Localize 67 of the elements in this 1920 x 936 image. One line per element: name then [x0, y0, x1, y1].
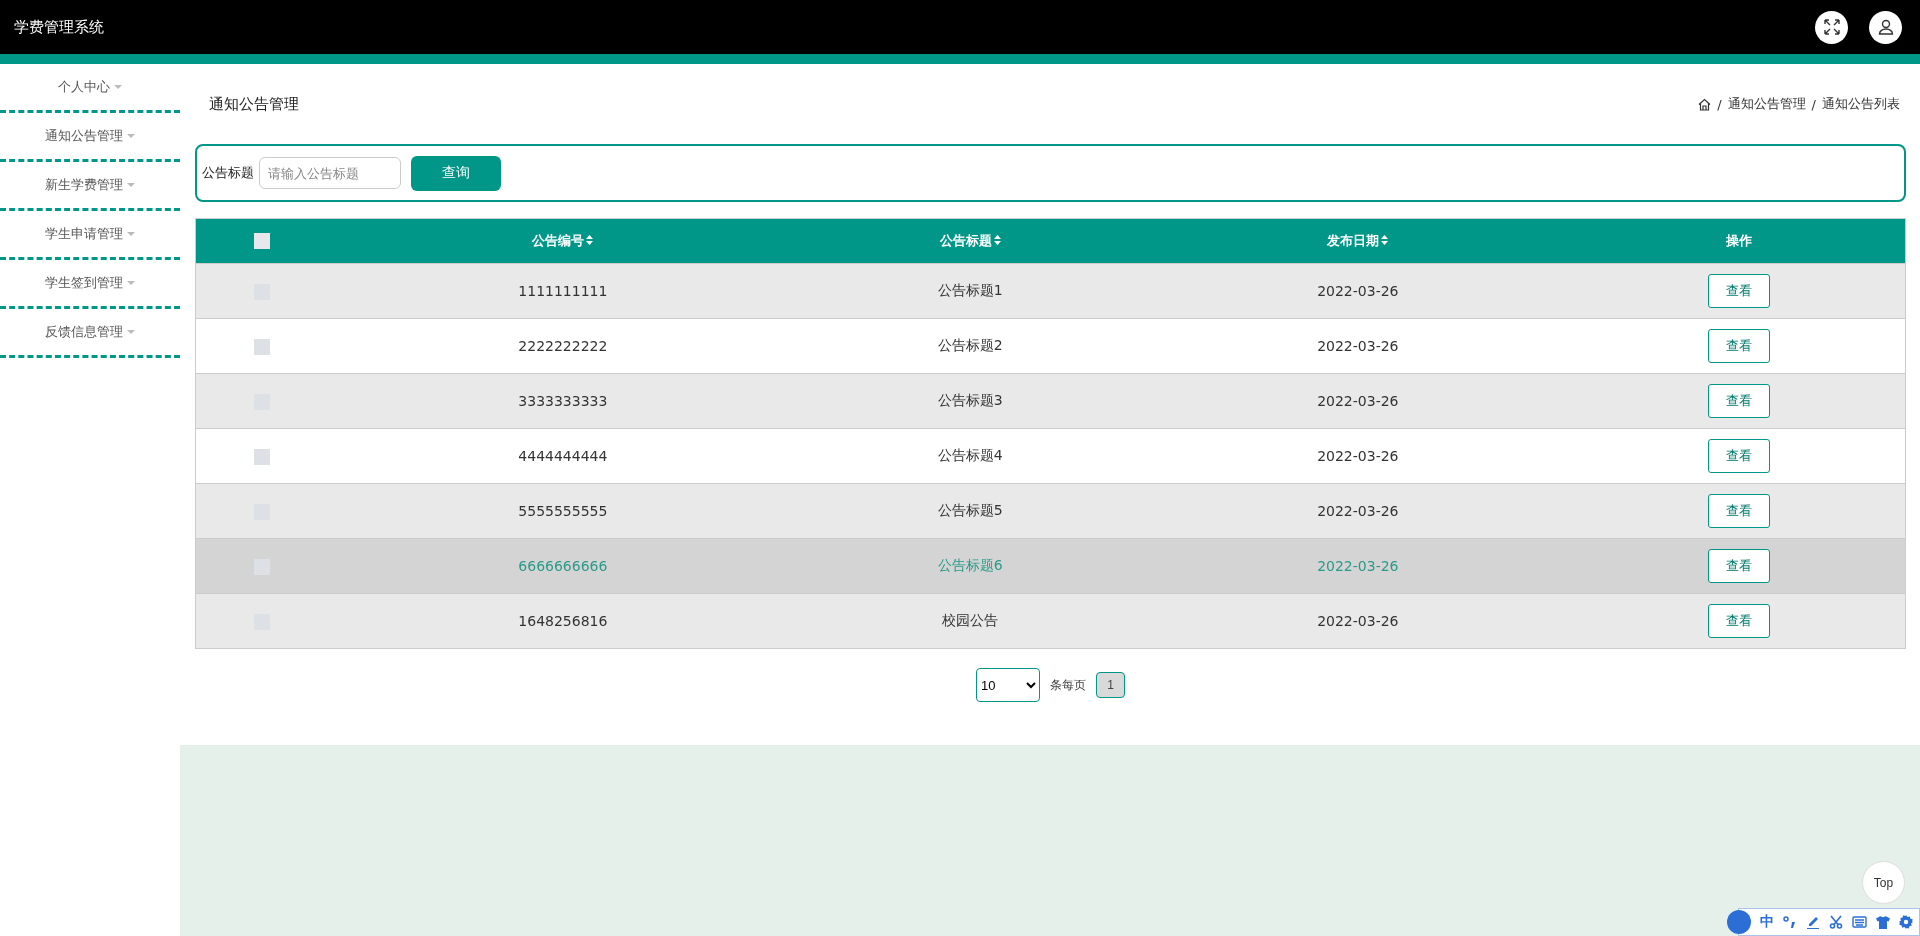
view-button[interactable]: 查看 [1707, 384, 1770, 418]
sort-icon[interactable] [586, 235, 594, 245]
table-cell: 公告标题6 [937, 557, 1003, 573]
table-cell: 2222222222 [518, 338, 608, 354]
user-icon[interactable] [1869, 10, 1902, 44]
sidebar-item[interactable]: 个人中心 [0, 64, 180, 113]
table-cell: 公告标题2 [937, 337, 1003, 353]
view-button[interactable]: 查看 [1707, 494, 1770, 528]
column-header: 操作 [1725, 233, 1752, 248]
table-cell: 6666666666 [518, 558, 608, 574]
table-cell: 公告标题1 [937, 282, 1003, 298]
sort-icon[interactable] [1381, 235, 1389, 245]
per-page-label: 条每页 [1050, 676, 1086, 694]
table-cell: 公告标题4 [937, 447, 1003, 463]
view-button[interactable]: 查看 [1707, 329, 1770, 363]
sidebar-item[interactable]: 学生签到管理 [0, 260, 180, 309]
view-button[interactable]: 查看 [1707, 549, 1770, 583]
breadcrumb-link[interactable]: 通知公告列表 [1822, 95, 1900, 113]
ime-logo-icon[interactable] [1727, 910, 1751, 934]
sidebar-item[interactable]: 新生学费管理 [0, 162, 180, 211]
table-cell: 校园公告 [942, 612, 999, 628]
sidebar-item[interactable]: 反馈信息管理 [0, 309, 180, 358]
pen-icon[interactable] [1806, 915, 1820, 929]
column-header[interactable]: 公告编号 [532, 233, 585, 248]
breadcrumb-separator: / [1717, 96, 1722, 112]
search-field[interactable]: 请输入公告标题 [259, 157, 401, 189]
table-cell: 公告标题5 [937, 502, 1003, 518]
page-button[interactable]: 1 [1096, 672, 1125, 698]
shirt-icon[interactable] [1876, 915, 1890, 929]
search-label: 公告标题 [202, 164, 254, 182]
punctuation-icon[interactable] [1783, 915, 1797, 929]
search-button[interactable]: 查询 [411, 155, 501, 191]
home-icon[interactable] [1698, 97, 1712, 111]
table-cell: 2022-03-26 [1317, 503, 1399, 519]
table-cell: 2022-03-26 [1317, 613, 1399, 629]
column-header[interactable]: 公告标题 [939, 233, 992, 248]
keyboard-icon[interactable] [1852, 916, 1867, 928]
breadcrumb-link[interactable]: 通知公告管理 [1727, 95, 1806, 113]
table-cell: 2022-03-26 [1317, 558, 1399, 574]
sort-icon[interactable] [993, 235, 1001, 245]
table-cell: 2022-03-26 [1317, 283, 1399, 299]
page-size-select[interactable]: 10 [976, 668, 1040, 702]
table-cell: 1648256816 [518, 613, 608, 629]
table-cell: 4444444444 [518, 448, 608, 464]
row-checkbox[interactable] [254, 338, 270, 355]
view-button[interactable]: 查看 [1707, 439, 1770, 473]
view-button[interactable]: 查看 [1707, 274, 1770, 308]
ime-mode-toggle[interactable]: 中 [1760, 913, 1774, 931]
column-header[interactable]: 发布日期 [1327, 233, 1380, 248]
table-cell: 2022-03-26 [1317, 448, 1399, 464]
page-title: 通知公告管理 [209, 94, 299, 114]
breadcrumb-separator: / [1811, 96, 1816, 112]
table-cell: 公告标题3 [937, 392, 1003, 408]
sidebar-item[interactable]: 学生申请管理 [0, 211, 180, 260]
sidebar-item[interactable]: 通知公告管理 [0, 113, 180, 162]
scissors-icon[interactable] [1829, 915, 1843, 929]
app-title: 学费管理系统 [14, 17, 104, 37]
table-cell: 3333333333 [518, 393, 608, 409]
view-button[interactable]: 查看 [1707, 604, 1770, 638]
settings-icon[interactable] [1899, 915, 1913, 929]
table-cell: 5555555555 [518, 503, 608, 519]
select-all-checkbox[interactable] [254, 233, 270, 250]
table-cell: 2022-03-26 [1317, 393, 1399, 409]
fullscreen-icon[interactable] [1815, 10, 1848, 44]
row-checkbox[interactable] [254, 448, 270, 465]
table-cell: 1111111111 [518, 283, 608, 299]
table-cell: 2022-03-26 [1317, 338, 1399, 354]
